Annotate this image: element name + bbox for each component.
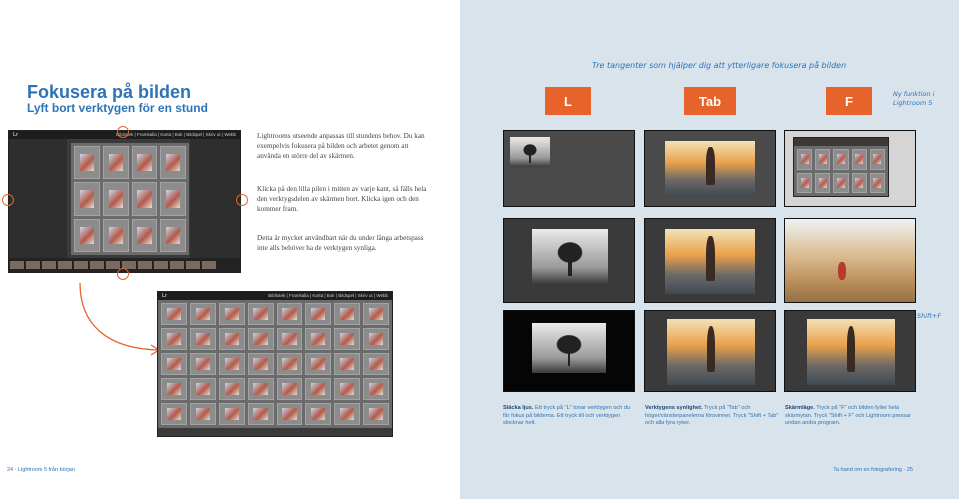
thumbnail: [160, 182, 186, 216]
thumbnail: [363, 403, 389, 425]
shot-f-2: [784, 218, 916, 303]
body-paragraph-3: Detta är mycket användbart när du under …: [257, 234, 424, 252]
lightroom-screenshot-small: Lr Bibliotek | Framkalla | Karta | Bok |…: [8, 130, 241, 273]
thumbnail: [276, 303, 303, 325]
thumbnail: [334, 378, 361, 400]
shot-l-3: [503, 310, 635, 392]
thumbnail: [160, 146, 186, 180]
thumbnail: [363, 328, 389, 350]
thumbnail: [363, 353, 389, 375]
thumbnail: [305, 353, 332, 375]
panel-toggle-left-marker: [2, 194, 14, 206]
thumbnail: [247, 378, 274, 400]
caption-tab: Verktygens synlighet. Tryck på "Tab" och…: [645, 405, 780, 428]
shot-f-3: [784, 310, 916, 392]
lightroom-logo: Lr: [13, 132, 18, 138]
thumbnail: [189, 303, 216, 325]
right-panel: [190, 139, 240, 258]
caption-f-head: Skärmläge.: [785, 405, 815, 411]
thumbnail: [305, 303, 332, 325]
caption-l-head: Släcka ljus.: [503, 405, 534, 411]
key-tab: Tab: [684, 87, 736, 115]
panel-toggle-right-marker: [236, 194, 248, 206]
thumbnail: [189, 328, 216, 350]
thumbnail: [305, 403, 332, 425]
footer-left: 24 · Lightroom 5 från början: [7, 467, 75, 473]
thumbnail: [247, 328, 274, 350]
thumbnail: [131, 218, 158, 252]
thumbnail: [218, 328, 245, 350]
thumbnail: [74, 218, 100, 252]
thumbnail: [305, 378, 332, 400]
thumbnail: [218, 403, 245, 425]
thumbnail: [74, 182, 100, 216]
thumbnail: [334, 328, 361, 350]
thumbnail: [161, 328, 187, 350]
thumbnail: [363, 303, 389, 325]
thumbnail: [160, 218, 186, 252]
key-f: F: [826, 87, 872, 115]
lightroom-screenshot-large: Lr Bibliotek | Framkalla | Karta | Bok |…: [157, 291, 393, 437]
thumbnail: [334, 353, 361, 375]
thumbnail: [102, 182, 129, 216]
shift-f-note: Shift+F: [917, 312, 942, 320]
new-feature-note: Ny funktion i Lightroom 5: [893, 90, 935, 107]
curved-arrow-icon: [79, 282, 161, 356]
thumbnail-grid: [158, 300, 392, 428]
body-paragraph-1: Lightrooms utseende anpassas till stunde…: [257, 132, 425, 160]
footer-right: Ta hand om en fotografering · 25: [833, 467, 913, 473]
thumbnail: [161, 303, 187, 325]
thumbnail: [102, 218, 129, 252]
thumbnail: [218, 353, 245, 375]
thumbnail: [276, 353, 303, 375]
body-paragraph-2: Klicka på den lilla pilen i mitten av va…: [257, 185, 427, 213]
top-bar: Lr Bibliotek | Framkalla | Karta | Bok |…: [158, 292, 392, 300]
thumbnail: [74, 146, 100, 180]
thumbnail: [131, 182, 158, 216]
thumbnail: [189, 403, 216, 425]
caption-tab-head: Verktygens synlighet.: [645, 405, 703, 411]
shot-tab-1: [644, 130, 776, 207]
module-picker: Bibliotek | Framkalla | Karta | Bok | Bi…: [116, 132, 236, 137]
thumbnail: [131, 146, 158, 180]
page-title: Fokusera på bilden: [27, 82, 192, 102]
thumbnail: [276, 378, 303, 400]
thumbnail: [218, 378, 245, 400]
thumbnail: [161, 378, 187, 400]
thumbnail: [161, 403, 187, 425]
shot-l-2: [503, 218, 635, 303]
tagline: Tre tangenter som hjälper dig att ytterl…: [592, 61, 847, 70]
thumbnail: [247, 403, 274, 425]
lightroom-logo: Lr: [162, 293, 167, 299]
thumbnail: [189, 353, 216, 375]
key-l: L: [545, 87, 591, 115]
thumbnail: [276, 403, 303, 425]
caption-f: Skärmläge. Tryck på "F" och bilden fylle…: [785, 405, 920, 428]
thumbnail: [363, 378, 389, 400]
thumbnail: [247, 353, 274, 375]
shot-tab-2: [644, 218, 776, 303]
module-picker: Bibliotek | Framkalla | Karta | Bok | Bi…: [268, 293, 388, 298]
thumbnail-grid: [71, 143, 189, 255]
left-panel: [9, 139, 67, 258]
thumbnail: [305, 328, 332, 350]
thumbnail: [189, 378, 216, 400]
thumbnail: [161, 353, 187, 375]
thumbnail: [102, 146, 129, 180]
thumbnail: [218, 303, 245, 325]
thumbnail: [334, 303, 361, 325]
thumbnail: [247, 303, 274, 325]
shot-f-1: [784, 130, 916, 207]
caption-l: Släcka ljus. Ett tryck på "L" tonar verk…: [503, 405, 638, 428]
panel-toggle-top-marker: [117, 126, 129, 138]
page-subtitle: Lyft bort verktygen för en stund: [27, 101, 208, 115]
shot-tab-3: [644, 310, 776, 392]
thumbnail: [334, 403, 361, 425]
thumbnail: [276, 328, 303, 350]
shot-l-1: [503, 130, 635, 207]
